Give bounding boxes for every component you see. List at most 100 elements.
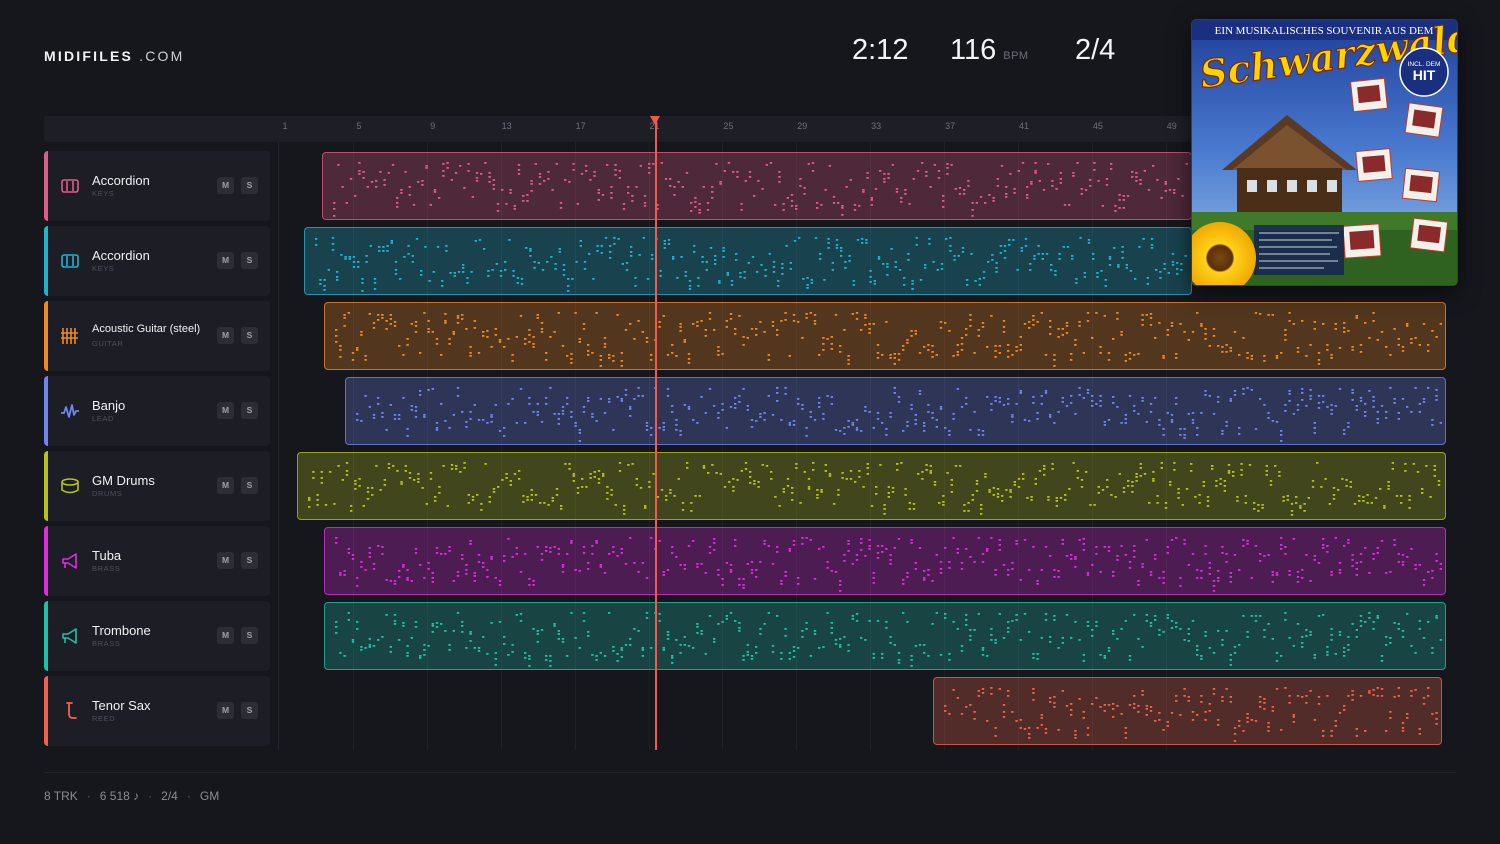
midi-clip[interactable] [345,377,1446,445]
track-header[interactable]: Accordion KEYS M S [44,226,270,296]
mute-button[interactable]: M [217,402,234,419]
track-color-bar [44,451,48,521]
solo-button[interactable]: S [241,477,258,494]
midi-clip[interactable] [304,227,1192,295]
track-name: Tenor Sax [92,698,151,713]
ruler-bar-label: 29 [797,121,808,131]
note-pattern [944,687,1438,742]
track-color-bar [44,526,48,596]
track-color-bar [44,601,48,671]
track-header[interactable]: Banjo LEAD M S [44,376,270,446]
brand-logo: MIDIFILES .COM [44,48,184,64]
track-header[interactable]: Tenor Sax REED M S [44,676,270,746]
piano-keys-icon [61,254,79,268]
note-count: 6 518 ♪ [99,789,140,803]
ruler-bar-label: 37 [945,121,956,131]
piano-keys-icon [61,179,79,193]
track-color-bar [44,301,48,371]
solo-button[interactable]: S [241,402,258,419]
tempo-display: 116 BPM [950,34,1029,67]
ruler-bar-label: 5 [356,121,362,131]
seal-title: HIT [1413,67,1436,83]
midi-clip[interactable] [297,452,1446,520]
tempo-value: 116 [950,34,997,66]
mute-button[interactable]: M [217,327,234,344]
track-color-bar [44,151,48,221]
solo-button[interactable]: S [241,552,258,569]
track-category: KEYS [92,264,115,273]
ruler-bar-label: 41 [1018,121,1030,131]
track-header[interactable]: Trombone BRASS M S [44,601,270,671]
track-color-bar [44,376,48,446]
track-category: KEYS [92,189,115,198]
sax-icon [66,702,77,719]
track-category: BRASS [92,564,121,573]
horn-icon [62,628,77,644]
lane-divider [278,142,279,750]
solo-button[interactable]: S [241,252,258,269]
playhead[interactable] [655,118,657,750]
track-header[interactable]: Acoustic Guitar (steel) GUITAR M S [44,301,270,371]
midi-clip[interactable] [324,602,1446,670]
note-pattern [333,162,1188,217]
track-category: LEAD [92,414,114,423]
note-pattern [315,237,1187,292]
mute-button[interactable]: M [217,552,234,569]
mute-button[interactable]: M [217,477,234,494]
track-name: Acoustic Guitar (steel) [92,323,201,335]
track-category: REED [92,714,116,723]
time-display: 2:12 [852,34,909,66]
note-pattern [335,612,1442,667]
waveform-icon [61,404,79,418]
track-color-bar [44,226,48,296]
album-cover: EIN MUSIKALISCHES SOUVENIR AUS DEM Schwa… [1191,19,1458,286]
solo-button[interactable]: S [241,327,258,344]
midi-clip[interactable] [324,527,1446,595]
ruler-bar-label: 25 [723,121,734,131]
solo-button[interactable]: S [241,627,258,644]
track-category: GUITAR [92,339,124,348]
drum-icon [61,478,79,494]
note-pattern [335,312,1442,367]
track-count: 8 TRK [44,789,78,803]
playhead-handle[interactable] [650,116,660,125]
mute-button[interactable]: M [217,252,234,269]
track-header[interactable]: Accordion KEYS M S [44,151,270,221]
track-name: Banjo [92,398,126,413]
note-pattern [356,387,1442,442]
footer-meter: 2/4 [161,789,178,803]
solo-button[interactable]: S [241,702,258,719]
ruler-bar-label: 49 [1166,121,1177,131]
mute-button[interactable]: M [217,702,234,719]
horn-icon [62,553,77,569]
guitar-strings-icon [61,328,78,344]
track-name: Tuba [92,548,122,563]
midi-clip[interactable] [322,152,1192,220]
track-header[interactable]: Tuba BRASS M S [44,526,270,596]
track-name: Accordion [92,173,150,188]
ruler-bar-label: 45 [1092,121,1103,131]
track-name: Trombone [92,623,151,638]
ruler-bar-label: 9 [430,121,436,131]
track-name: Accordion [92,248,150,263]
brand-name: MIDIFILES [44,48,134,64]
midi-standard: GM [199,789,220,803]
ruler-bar-label: 17 [575,121,586,131]
solo-button[interactable]: S [241,177,258,194]
note-pattern [335,537,1442,592]
midi-clip[interactable] [324,302,1446,370]
track-header[interactable]: GM Drums DRUMS M S [44,451,270,521]
status-footer: 8 TRK · 6 518 ♪ · 2/4 · GM [44,789,220,803]
tempo-unit: BPM [1003,50,1029,62]
mute-button[interactable]: M [217,627,234,644]
ruler-bar-label: 13 [501,121,512,131]
track-color-bar [44,676,48,746]
track-name: GM Drums [92,473,155,488]
midi-clip[interactable] [933,677,1442,745]
track-category: DRUMS [92,489,123,498]
ruler-bar-label: 1 [282,121,288,131]
mute-button[interactable]: M [217,177,234,194]
note-pattern [308,462,1441,516]
ruler-bar-label: 33 [871,121,882,131]
brand-domain: .COM [139,48,185,64]
